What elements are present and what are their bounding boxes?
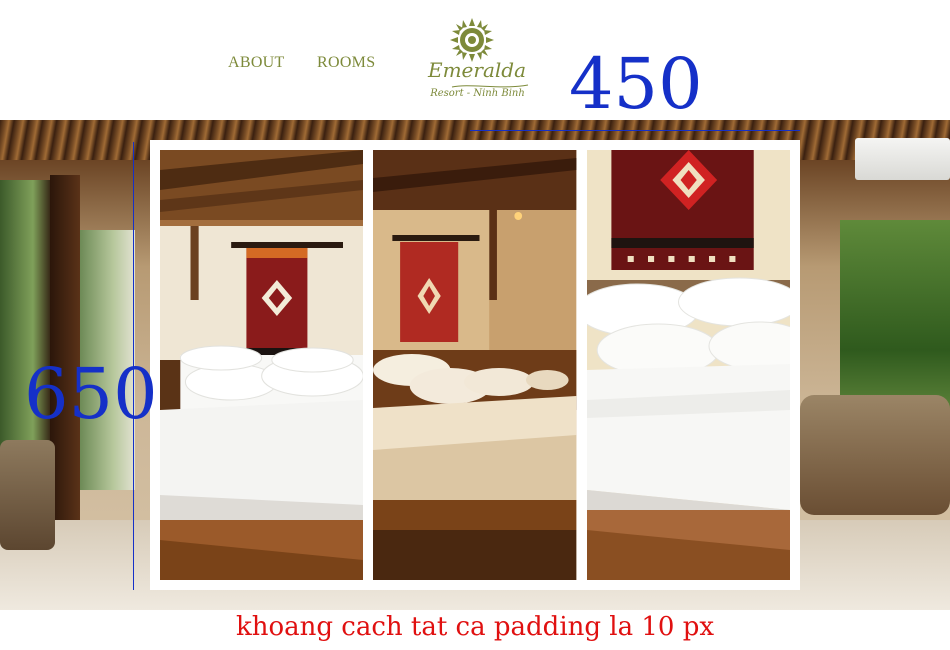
- bedroom-photo-1: [160, 150, 364, 580]
- sofa-left: [0, 440, 55, 550]
- height-annotation: 650: [24, 353, 158, 435]
- padding-note: khoang cach tat ca padding la 10 px: [235, 612, 715, 642]
- width-annotation: 450: [569, 43, 703, 125]
- nav-rooms-link[interactable]: ROOMS: [317, 54, 375, 72]
- sun-flower-icon: [450, 18, 494, 62]
- room-gallery: [150, 140, 800, 590]
- room-photo-2[interactable]: [373, 150, 577, 580]
- sofa-right: [800, 395, 950, 515]
- logo-tagline: Resort - Ninh Binh: [430, 88, 525, 99]
- bedroom-photo-3: [586, 150, 790, 580]
- room-photo-3[interactable]: [586, 150, 790, 580]
- room-photo-1[interactable]: [160, 150, 364, 580]
- page: ABOUT ROOMS Emeralda Resort - Ninh Binh …: [0, 0, 950, 650]
- logo-name: Emeralda: [427, 58, 526, 82]
- bedroom-photo-2: [373, 150, 577, 580]
- nav-about-link[interactable]: ABOUT: [228, 54, 285, 72]
- annotation-line-horizontal: [470, 130, 800, 131]
- logo[interactable]: Emeralda Resort - Ninh Binh: [420, 18, 535, 104]
- air-conditioner: [855, 138, 950, 180]
